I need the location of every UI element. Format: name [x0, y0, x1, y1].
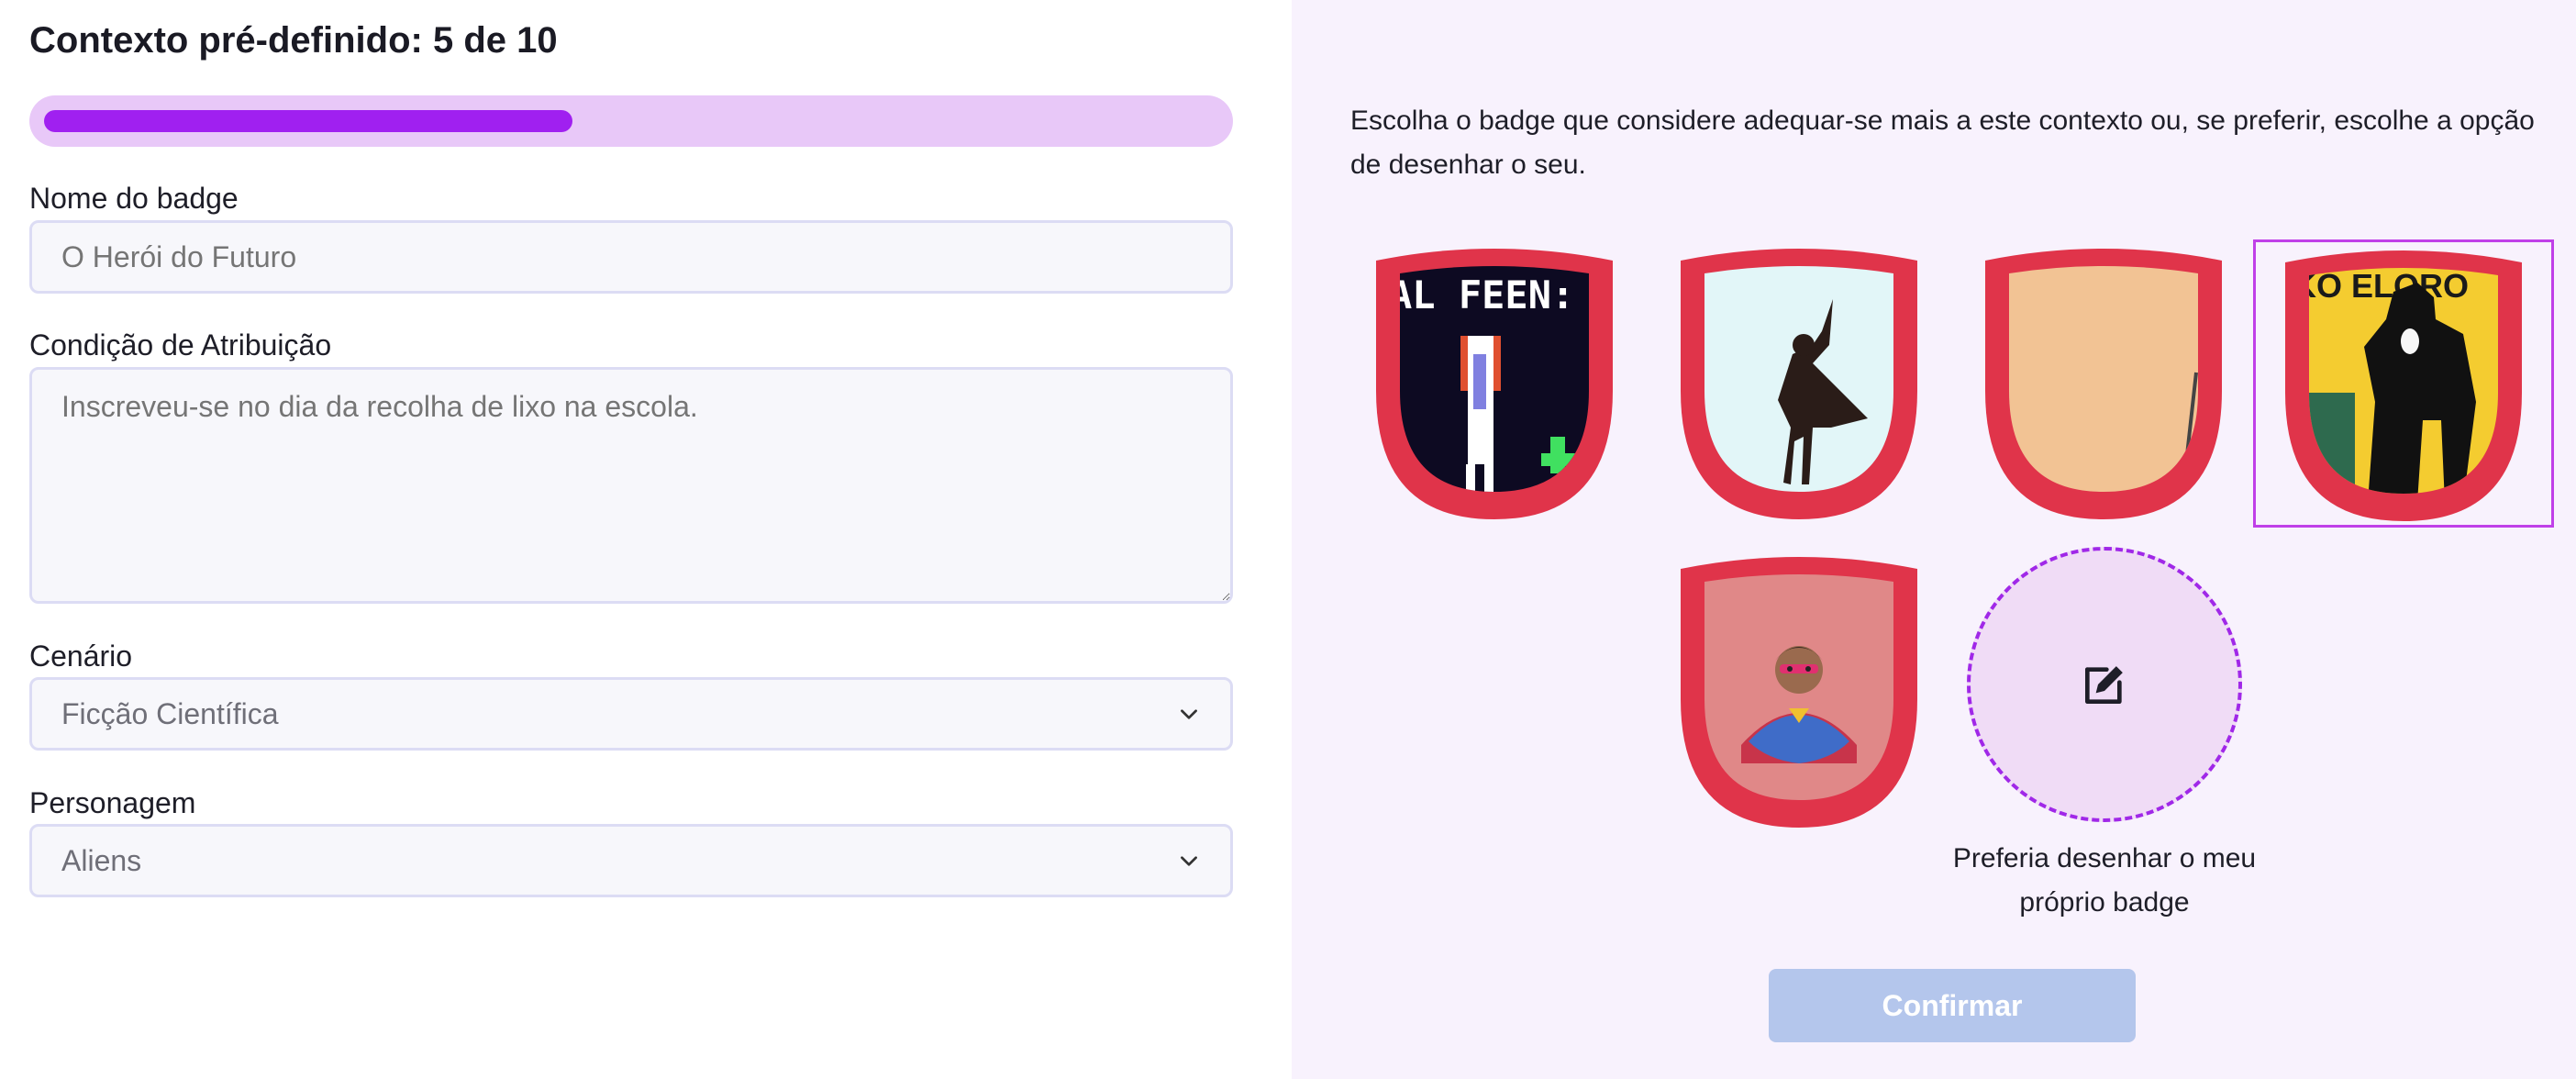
badge-emoji-superhero-image — [1681, 557, 1917, 828]
badge-instructions: Escolha o badge que considere adequar-se… — [1350, 106, 2535, 180]
draw-own-badge-label: Preferia desenhar o meu próprio badge — [1952, 843, 2257, 918]
chevron-down-icon — [1181, 856, 1197, 866]
character-select[interactable]: Aliens — [29, 824, 1233, 897]
badge-pixel-hero-image: AL FEEN: — [1376, 249, 1613, 519]
badge-name-label: Nome do badge — [29, 182, 239, 215]
badge-option-pixel-hero[interactable]: AL FEEN: — [1371, 244, 1618, 519]
condition-textarea[interactable] — [29, 367, 1233, 604]
page-title: Contexto pré-definido: 5 de 10 — [29, 20, 558, 61]
progress-bar — [29, 95, 1233, 147]
badge-peach-image — [1985, 249, 2222, 519]
scenario-selected-value: Ficção Científica — [61, 696, 279, 730]
progress-fill — [44, 110, 572, 132]
badge-option-silhouette[interactable] — [1675, 244, 1923, 519]
confirm-button[interactable]: Confirmar — [1769, 969, 2136, 1042]
badge-superhero-poster-image: KO ELORO — [2285, 250, 2522, 521]
badge-option-emoji-superhero[interactable] — [1675, 552, 1923, 828]
chevron-down-icon — [1181, 709, 1197, 719]
character-selected-value: Aliens — [61, 843, 142, 877]
condition-label: Condição de Atribuição — [29, 328, 332, 362]
context-form-panel: Contexto pré-definido: 5 de 10 Nome do b… — [0, 0, 1292, 1079]
badge-art-text: AL FEEN: — [1389, 273, 1574, 317]
badge-option-superhero-poster[interactable]: KO ELORO — [2253, 239, 2554, 528]
draw-own-badge-button[interactable] — [1967, 547, 2242, 822]
edit-icon — [2085, 666, 2123, 704]
badge-silhouette-image — [1681, 249, 1917, 519]
scenario-select[interactable]: Ficção Científica — [29, 677, 1233, 751]
badge-option-peach[interactable] — [1980, 244, 2227, 519]
scenario-label: Cenário — [29, 640, 133, 673]
badge-name-input[interactable] — [29, 220, 1233, 294]
character-label: Personagem — [29, 786, 196, 819]
